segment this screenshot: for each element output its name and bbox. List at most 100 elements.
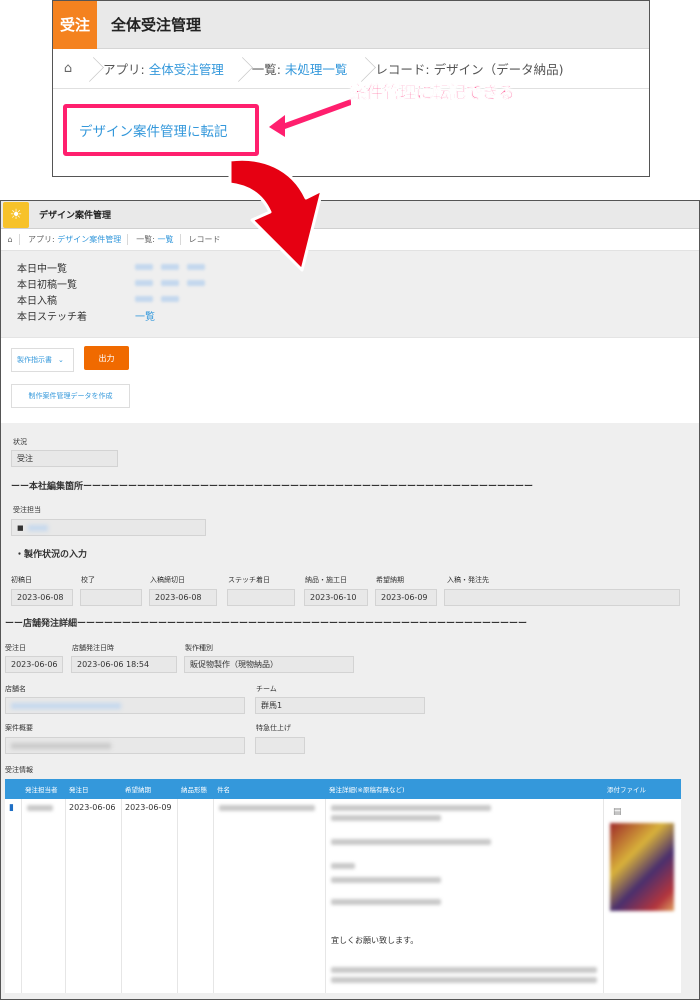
pointer-arrow-icon [269, 99, 351, 137]
list-link[interactable] [135, 296, 153, 302]
order-date-field[interactable]: 2023-06-06 [5, 656, 63, 673]
assignee-field[interactable]: ■ [11, 519, 206, 536]
breadcrumb-view: 一覧: 一覧 [127, 234, 179, 245]
column-divider [21, 799, 22, 993]
table-row: ▮ 2023-06-06 2023-06-09 宜しくお願い致します。 ▤ [5, 799, 681, 993]
detail-text-line [331, 815, 441, 821]
subject-value [219, 805, 315, 811]
file-icon[interactable]: ▮ [9, 803, 14, 813]
assignee-name [27, 524, 48, 531]
annotation-callout: 案件管理に転記できる [350, 83, 515, 102]
record-toolbar: 製作指示書 ⌄ 出力 制作案件管理データを作成 [1, 337, 699, 423]
field-label: 校了 [81, 576, 95, 584]
field-label: 入稿・発注先 [447, 576, 489, 584]
breadcrumb-view: 一覧: 未処理一覧 [244, 59, 354, 78]
order-date-cell: 2023-06-06 [69, 803, 116, 812]
column-divider [325, 799, 326, 993]
detail-text-line [331, 977, 597, 983]
store-name-field[interactable] [5, 697, 245, 714]
list-link[interactable] [161, 264, 179, 270]
breadcrumb-view-prefix: 一覧: [136, 235, 158, 244]
orders-app-panel: 受注 全体受注管理 ⌂ アプリ: 全体受注管理 一覧: 未処理一覧 レコード: … [52, 0, 650, 177]
home-icon[interactable]: ⌂ [55, 61, 81, 76]
list-link[interactable]: 一覧 [135, 308, 155, 323]
summary-value [11, 742, 111, 749]
app-title: 全体受注管理 [111, 16, 202, 34]
field-label: 初稿日 [11, 576, 32, 584]
list-label: 本日中一覧 [17, 263, 67, 275]
vendor-field[interactable] [444, 589, 680, 606]
column-divider [65, 799, 66, 993]
draft-date-field[interactable]: 2023-06-08 [11, 589, 73, 606]
breadcrumb-app-prefix: アプリ: [28, 235, 58, 244]
breadcrumb-app-link[interactable]: デザイン案件管理 [57, 235, 121, 244]
list-link[interactable] [161, 296, 179, 302]
column-divider [213, 799, 214, 993]
store-name-label-visible: 店舗名 [5, 685, 26, 693]
chevron-down-icon: ⌄ [58, 356, 64, 364]
output-button[interactable]: 出力 [84, 346, 129, 370]
proof-complete-field[interactable] [80, 589, 142, 606]
field-label: 入稿締切日 [150, 576, 185, 584]
breadcrumb: ⌂ アプリ: デザイン案件管理 一覧: 一覧 レコード [1, 229, 699, 251]
product-type-field[interactable]: 販促物製作（現物納品） [184, 656, 354, 673]
print-template-dropdown[interactable]: 製作指示書 ⌄ [11, 348, 74, 372]
breadcrumb-record: レコード: デザイン（データ納品) [367, 59, 569, 78]
store-section-title: ーー店舗発注詳細ーーーーーーーーーーーーーーーーーーーーーーーーーーーーーーーー… [5, 619, 528, 629]
field-label: 希望納期 [376, 576, 404, 584]
team-field[interactable]: 群馬1 [255, 697, 425, 714]
column-header: 発注詳細(※原稿有無など) [329, 786, 405, 794]
detail-text-line [331, 839, 491, 845]
status-field[interactable]: 受注 [11, 450, 118, 467]
create-project-data-button[interactable]: 制作案件管理データを作成 [11, 384, 130, 408]
order-info-label: 受注情報 [5, 766, 33, 774]
express-field[interactable] [255, 737, 305, 754]
assignee-label: 受注担当 [13, 506, 41, 514]
transfer-to-design-link[interactable]: デザイン案件管理に転記 [79, 120, 228, 140]
home-icon[interactable]: ⌂ [1, 235, 19, 244]
team-label: チーム [256, 685, 277, 693]
product-type-label: 製作種別 [185, 644, 213, 652]
list-link[interactable] [135, 264, 153, 270]
list-label: 本日入稿 [17, 295, 57, 307]
attachment-thumbnail[interactable] [610, 823, 674, 911]
lightbulb-icon: ☀ [3, 201, 29, 228]
breadcrumb-record-label: レコード: デザイン（データ納品) [375, 62, 564, 77]
summary-field[interactable] [5, 737, 245, 754]
breadcrumb-app: アプリ: 全体受注管理 [95, 59, 230, 78]
breadcrumb-view-link[interactable]: 未処理一覧 [285, 62, 348, 77]
list-link[interactable] [135, 280, 153, 286]
detail-text-line [331, 805, 491, 811]
app-icon: 受注 [53, 1, 97, 49]
dropdown-value: 製作指示書 [17, 356, 52, 364]
delivery-date-field[interactable]: 2023-06-10 [304, 589, 368, 606]
image-icon[interactable]: ▤ [613, 807, 622, 817]
breadcrumb-app-link[interactable]: 全体受注管理 [149, 62, 224, 77]
breadcrumb-separator [81, 49, 95, 89]
store-order-field[interactable]: 2023-06-06 18:54 [71, 656, 177, 673]
field-label: ステッチ着日 [228, 576, 270, 584]
app-header: 受注 全体受注管理 [53, 1, 649, 49]
submission-deadline-field[interactable]: 2023-06-08 [149, 589, 217, 606]
breadcrumb-view-link[interactable]: 一覧 [158, 235, 174, 244]
breadcrumb-separator [230, 49, 244, 89]
progress-section-title: ・製作状況の入力 [15, 550, 88, 560]
breadcrumb-record: レコード [179, 234, 227, 245]
list-item: 本日初稿一覧 [17, 275, 683, 291]
list-link[interactable] [161, 280, 179, 286]
column-header: 件名 [217, 786, 230, 794]
list-link[interactable] [187, 264, 205, 270]
status-label: 状況 [13, 438, 27, 446]
list-item: 本日入稿 [17, 291, 683, 307]
breadcrumb-view-prefix: 一覧: [251, 62, 285, 77]
store-order-label: 店舗発注日時 [72, 644, 114, 652]
list-link[interactable] [187, 280, 205, 286]
store-name-value [11, 702, 121, 709]
column-divider [177, 799, 178, 993]
transfer-highlight: デザイン案件管理に転記 [63, 104, 259, 156]
app-header: ☀ デザイン案件管理 [1, 201, 699, 229]
desired-due-field[interactable]: 2023-06-09 [375, 589, 437, 606]
column-header: 発注担当者 [25, 786, 58, 794]
stitch-arrival-field[interactable] [227, 589, 295, 606]
column-header: 希望納期 [125, 786, 151, 794]
